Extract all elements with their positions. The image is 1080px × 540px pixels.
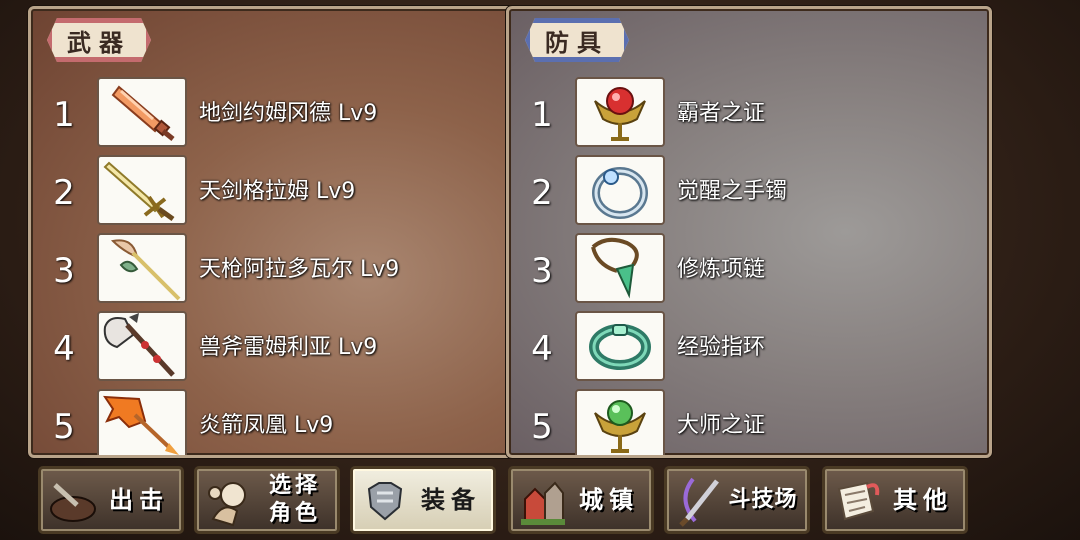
slot-number: 2 (53, 173, 75, 213)
jade-ring-icon[interactable] (575, 311, 665, 381)
crossed-swords-icon (679, 477, 719, 527)
pot-icon (50, 483, 96, 522)
slot-number: 1 (531, 95, 553, 135)
nav-equip-button[interactable]: 装备 (350, 466, 496, 534)
slot-number: 5 (53, 407, 75, 447)
nav-label: 装备 (421, 486, 481, 514)
weapon-row-4[interactable]: 4 兽斧雷姆利亚 Lv9 (31, 311, 511, 383)
weapons-panel: 武器 1 地剑约姆冈德 Lv9 2 天剑格拉姆 Lv9 3 天枪阿拉多瓦尔 Lv… (28, 6, 514, 458)
weapon-name: 天剑格拉姆 Lv9 (199, 179, 356, 204)
golden-sword-icon[interactable] (97, 155, 187, 225)
armor-row-4[interactable]: 4 经验指环 (509, 311, 989, 383)
armor-name: 觉醒之手镯 (677, 179, 788, 204)
weapon-name: 兽斧雷姆利亚 Lv9 (199, 335, 378, 360)
slot-number: 4 (53, 329, 75, 369)
red-gem-emblem-icon[interactable] (575, 77, 665, 147)
character-icon (208, 482, 246, 527)
weapon-name: 地剑约姆冈德 Lv9 (199, 101, 378, 126)
slot-number: 1 (53, 95, 75, 135)
nav-sortie-button[interactable]: 出击 (38, 466, 184, 534)
slot-number: 4 (531, 329, 553, 369)
scroll-icon (837, 481, 880, 521)
armor-name: 经验指环 (677, 335, 766, 360)
nav-label: 选择 角色 (257, 469, 333, 531)
armor-row-1[interactable]: 1 霸者之证 (509, 77, 989, 149)
nav-label-line1: 选择 (268, 473, 321, 498)
nav-label-line2: 角色 (268, 501, 321, 526)
weapon-name: 天枪阿拉多瓦尔 Lv9 (199, 257, 400, 282)
silver-bracelet-icon[interactable] (575, 155, 665, 225)
armor-name: 霸者之证 (677, 101, 766, 126)
green-gem-emblem-icon[interactable] (575, 389, 665, 455)
nav-arena-button[interactable]: 斗技场 (664, 466, 810, 534)
weapon-row-1[interactable]: 1 地剑约姆冈德 Lv9 (31, 77, 511, 149)
weapon-row-3[interactable]: 3 天枪阿拉多瓦尔 Lv9 (31, 233, 511, 305)
orange-dagger-icon[interactable] (97, 77, 187, 147)
weapons-title: 武器 (47, 18, 151, 62)
slot-number: 5 (531, 407, 553, 447)
armor-name: 大师之证 (677, 413, 766, 438)
armor-name: 修炼项链 (677, 257, 766, 282)
armor-icon (367, 482, 403, 521)
slot-number: 2 (531, 173, 553, 213)
spear-icon[interactable] (97, 233, 187, 303)
nav-label: 城镇 (579, 486, 639, 514)
green-necklace-icon[interactable] (575, 233, 665, 303)
nav-town-button[interactable]: 城镇 (508, 466, 654, 534)
nav-select-character-button[interactable]: 选择 角色 (194, 466, 340, 534)
nav-label: 出击 (109, 486, 169, 514)
armor-row-5[interactable]: 5 大师之证 (509, 389, 989, 455)
nav-other-button[interactable]: 其他 (822, 466, 968, 534)
slot-number: 3 (531, 251, 553, 291)
armor-panel: 防具 1 霸者之证 2 觉醒之手镯 3 修炼项链 4 经验指环 5 大师之证 (506, 6, 992, 458)
weapon-name: 炎箭凤凰 Lv9 (199, 413, 334, 438)
castle-icon (521, 481, 565, 525)
game-screen: 武器 1 地剑约姆冈德 Lv9 2 天剑格拉姆 Lv9 3 天枪阿拉多瓦尔 Lv… (0, 0, 1080, 540)
weapon-row-5[interactable]: 5 炎箭凤凰 Lv9 (31, 389, 511, 455)
armor-title: 防具 (525, 18, 629, 62)
battle-axe-icon[interactable] (97, 311, 187, 381)
weapon-row-2[interactable]: 2 天剑格拉姆 Lv9 (31, 155, 511, 227)
flame-arrow-icon[interactable] (97, 389, 187, 455)
slot-number: 3 (53, 251, 75, 291)
armor-row-3[interactable]: 3 修炼项链 (509, 233, 989, 305)
nav-label: 斗技场 (728, 487, 798, 512)
nav-label: 其他 (893, 486, 953, 514)
armor-row-2[interactable]: 2 觉醒之手镯 (509, 155, 989, 227)
